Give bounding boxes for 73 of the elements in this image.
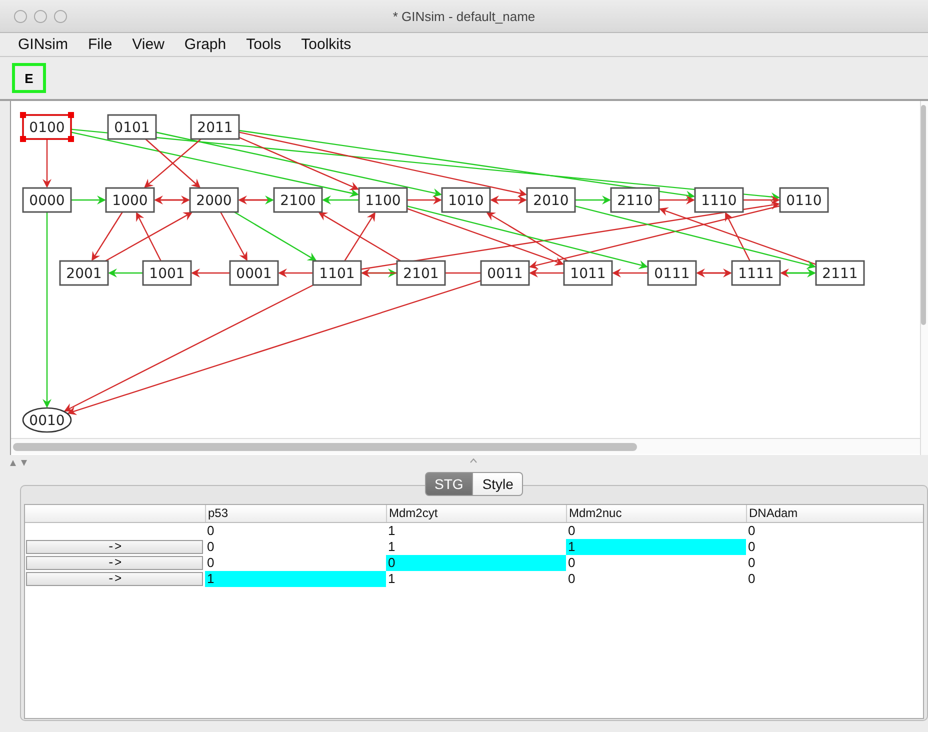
transition-arrow bbox=[191, 268, 230, 278]
window-control-icon[interactable] bbox=[14, 10, 27, 22]
state-node[interactable]: 0100 bbox=[20, 112, 74, 142]
table-cell: 1 bbox=[566, 539, 746, 555]
state-node[interactable]: 2001 bbox=[59, 260, 109, 286]
tab[interactable]: Style bbox=[473, 472, 524, 496]
state-node[interactable]: 2010 bbox=[526, 187, 576, 213]
table-cell: 0 bbox=[386, 555, 566, 571]
double-arrow bbox=[696, 268, 732, 278]
state-node[interactable]: 2011 bbox=[190, 114, 240, 140]
column-header[interactable]: Mdm2cyt bbox=[386, 505, 566, 522]
state-node[interactable]: 0111 bbox=[647, 260, 697, 286]
table-cell-text: 0 bbox=[567, 555, 576, 571]
menu-item[interactable]: GINsim bbox=[8, 36, 78, 53]
state-node[interactable]: 0010 bbox=[22, 407, 72, 433]
state-node[interactable]: 1101 bbox=[312, 260, 362, 286]
state-node[interactable]: 1100 bbox=[358, 187, 408, 213]
step-button[interactable]: -> bbox=[26, 572, 203, 586]
state-node[interactable]: 0110 bbox=[779, 187, 829, 213]
table-cell-text: 0 bbox=[747, 523, 756, 539]
menu-item[interactable]: File bbox=[78, 36, 122, 53]
menu-item[interactable]: Graph bbox=[174, 36, 236, 53]
table-cell-text: 0 bbox=[747, 571, 756, 587]
state-node[interactable]: 2101 bbox=[396, 260, 446, 286]
horizontal-scrollbar[interactable] bbox=[13, 442, 637, 450]
caret-icon[interactable] bbox=[470, 458, 477, 463]
state-node[interactable]: 0011 bbox=[480, 260, 530, 286]
table-cell-text: 1 bbox=[387, 539, 396, 555]
column-header[interactable]: Mdm2nuc bbox=[566, 505, 746, 522]
state-node[interactable]: 1110 bbox=[694, 187, 744, 213]
table-cell-text: 0 bbox=[567, 523, 576, 539]
table-cell-text: 0 bbox=[747, 539, 756, 555]
state-node[interactable]: 1111 bbox=[731, 260, 781, 286]
step-button[interactable]: -> bbox=[26, 556, 203, 570]
edit-mode-button[interactable]: E bbox=[12, 63, 46, 93]
double-arrow bbox=[780, 268, 816, 278]
vertical-scrollbar[interactable] bbox=[921, 105, 926, 325]
menu-item[interactable]: Tools bbox=[236, 36, 292, 53]
window-title: * GINsim - default_name bbox=[392, 8, 536, 24]
state-node[interactable]: 1010 bbox=[441, 187, 491, 213]
state-node[interactable]: 2110 bbox=[610, 187, 660, 213]
window-control-icon[interactable] bbox=[54, 10, 67, 22]
table-cell-text: 0 bbox=[206, 539, 216, 555]
double-arrow bbox=[238, 196, 274, 204]
table-cell-text: 0 bbox=[206, 523, 216, 539]
column-header[interactable]: DNAdam bbox=[746, 505, 926, 522]
table-cell-text: 0 bbox=[206, 555, 216, 571]
transition-arrow bbox=[108, 268, 143, 278]
column-header[interactable]: p53 bbox=[205, 505, 386, 522]
double-arrow bbox=[154, 196, 190, 204]
tab[interactable]: STG bbox=[424, 472, 474, 496]
table-cell-text: 1 bbox=[387, 571, 396, 587]
menu-item[interactable]: View bbox=[122, 36, 174, 53]
menu-item[interactable]: Toolkits bbox=[291, 36, 362, 53]
state-node[interactable]: 1000 bbox=[105, 187, 155, 213]
table-cell-text: 1 bbox=[387, 523, 396, 539]
window-control-icon[interactable] bbox=[34, 10, 47, 22]
table-cell: 1 bbox=[205, 571, 386, 587]
transition-arrow bbox=[42, 139, 52, 188]
state-node[interactable]: 2111 bbox=[815, 260, 865, 286]
state-node[interactable]: 2100 bbox=[273, 187, 323, 213]
state-node[interactable]: 0101 bbox=[107, 114, 157, 140]
split-arrows-icon[interactable] bbox=[10, 459, 30, 467]
table-cell-text: 0 bbox=[747, 555, 756, 571]
state-node[interactable]: 1011 bbox=[563, 260, 613, 286]
table-cell-text: 0 bbox=[567, 571, 576, 587]
transition-arrow bbox=[278, 268, 313, 278]
step-button[interactable]: -> bbox=[26, 540, 203, 554]
state-node[interactable]: 0000 bbox=[22, 187, 72, 213]
double-arrow bbox=[490, 196, 527, 204]
state-node[interactable]: 2000 bbox=[189, 187, 239, 213]
state-node[interactable]: 0001 bbox=[229, 260, 279, 286]
state-node[interactable]: 1001 bbox=[142, 260, 192, 286]
